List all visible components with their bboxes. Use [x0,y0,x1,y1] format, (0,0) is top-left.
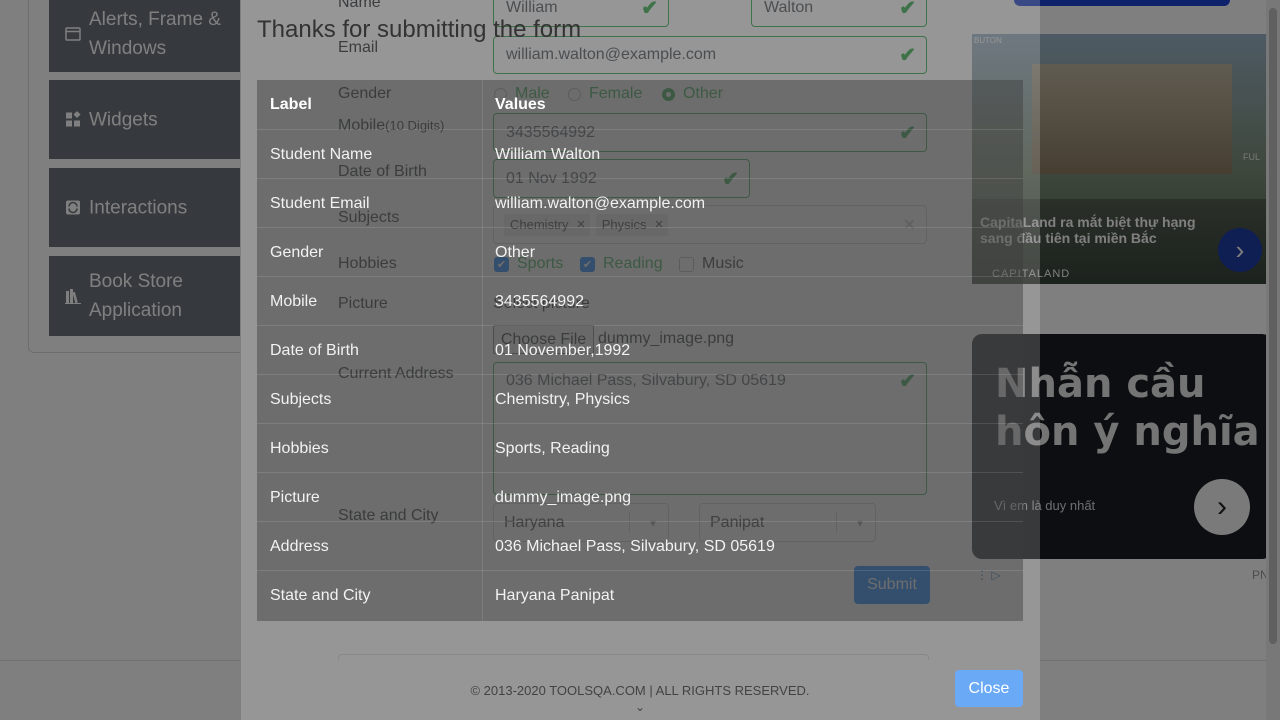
row-label: Subjects [270,391,332,408]
row-label: Address [270,538,329,555]
row-label: Student Email [270,195,370,212]
row-value: 3435564992 [495,293,584,310]
table-row [257,325,1023,375]
table-header-label: Label [270,96,312,113]
row-value: dummy_image.png [495,489,632,506]
table-row [257,374,1023,424]
row-label: Gender [270,244,324,261]
modal-title: Thanks for submitting the form [257,16,582,43]
table-header-values: Values [495,96,546,113]
table-row [257,227,1023,277]
row-label: Student Name [270,146,373,163]
row-label: State and City [270,587,371,604]
row-label: Hobbies [270,440,329,457]
row-value: william.walton@example.com [495,195,706,212]
row-value: 01 November,1992 [495,342,631,359]
row-value: Sports, Reading [495,440,610,457]
close-button[interactable]: Close [955,670,1023,707]
row-value: 036 Michael Pass, Silvabury, SD 05619 [495,538,775,555]
row-label: Date of Birth [270,342,359,359]
table-column-divider [482,80,483,621]
table-row [257,472,1023,522]
table-row [257,570,1023,620]
row-label: Picture [270,489,320,506]
row-value: Other [495,244,536,261]
table-row [257,423,1023,473]
row-value: William Walton [495,146,601,163]
table-row [257,276,1023,326]
row-value: Chemistry, Physics [495,391,630,408]
row-label: Mobile [270,293,318,310]
row-value: Haryana Panipat [495,587,615,604]
